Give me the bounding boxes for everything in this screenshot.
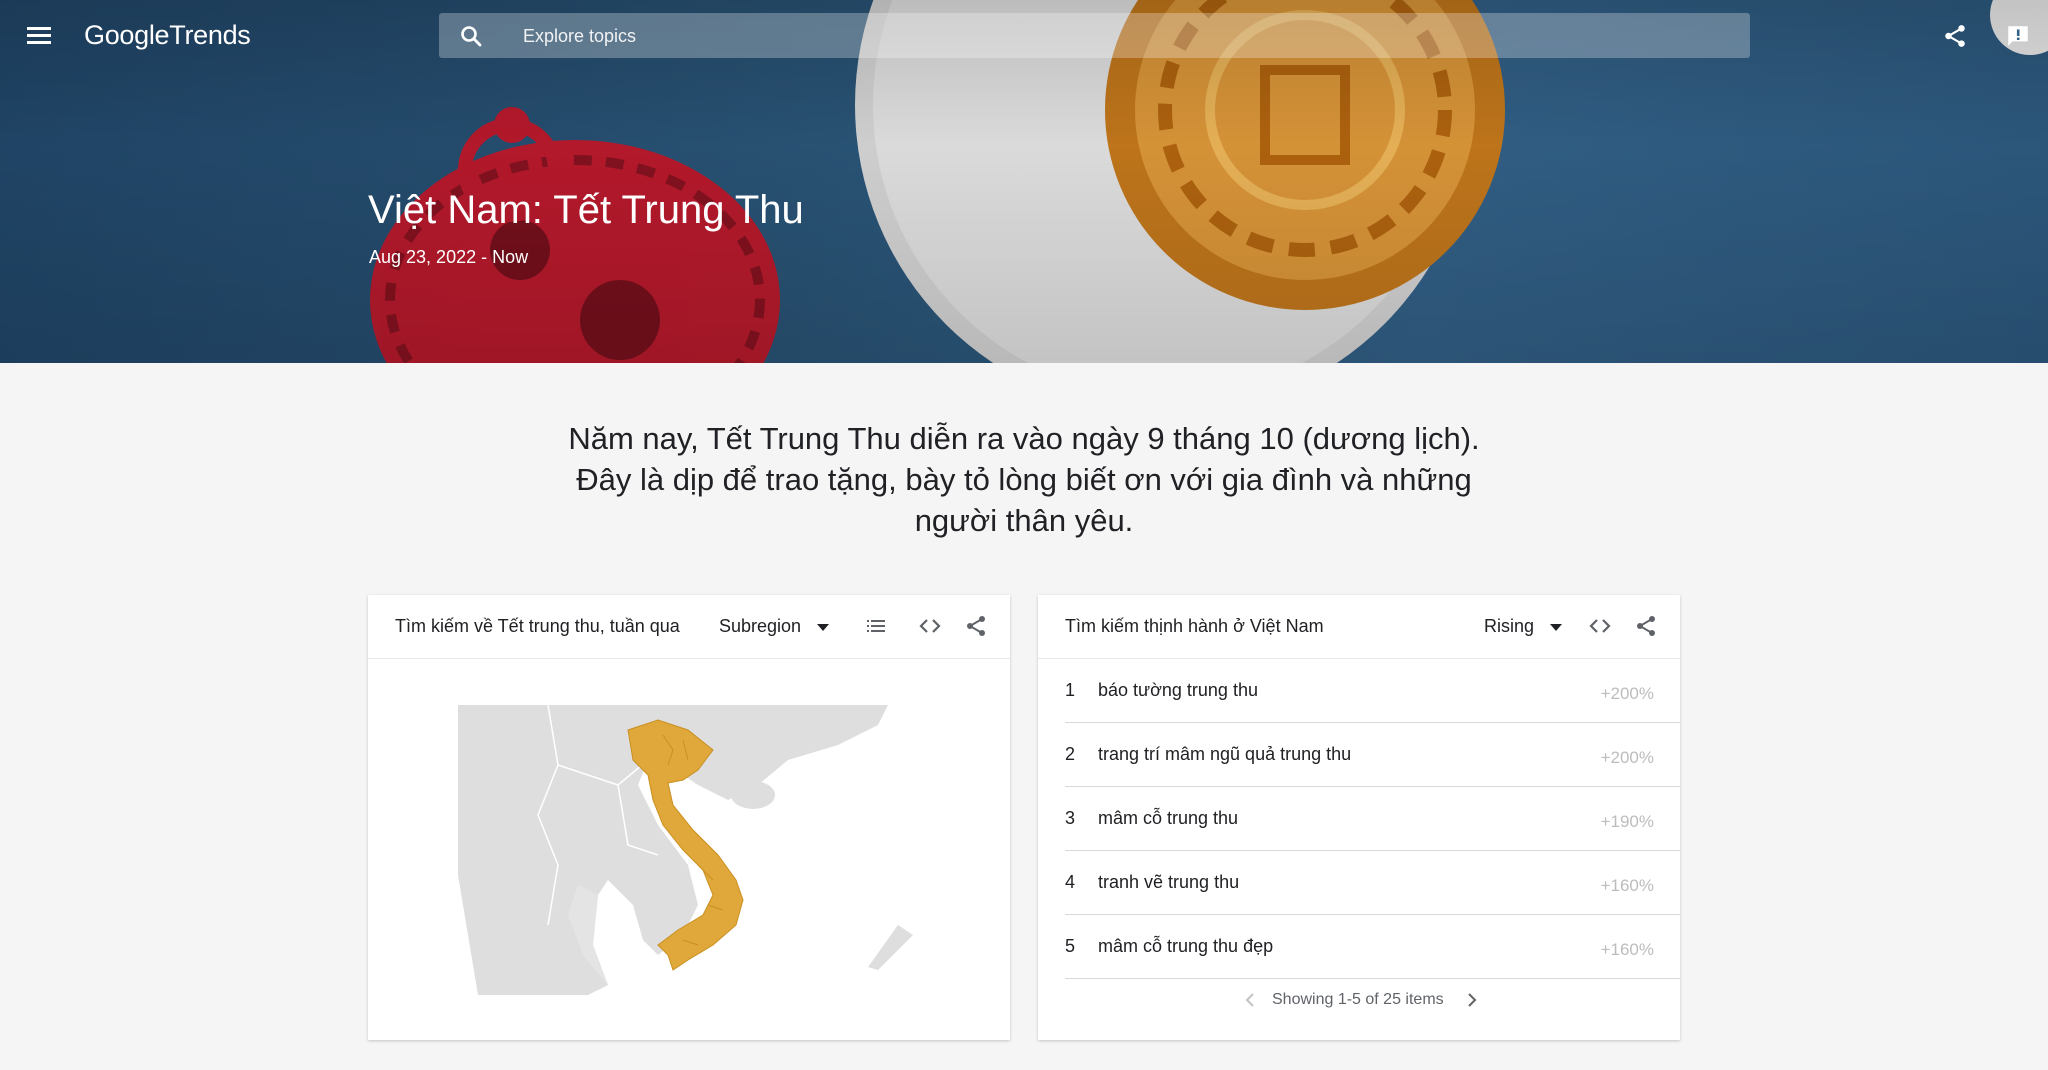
embed-code-icon[interactable] [1588,614,1612,638]
row-change: +200% [1600,684,1654,703]
row-change: +160% [1600,876,1654,895]
trending-row[interactable]: 1 báo tường trung thu +200% [1065,659,1680,723]
intro-text: Năm nay, Tết Trung Thu diễn ra vào ngày … [568,421,1480,538]
share-icon[interactable] [1634,614,1658,638]
chevron-left-icon[interactable] [1240,988,1260,1012]
map-card-header: Tìm kiếm về Tết trung thu, tuần qua Subr… [368,595,1010,659]
row-rank: 5 [1065,936,1076,956]
map-card-title: Tìm kiếm về Tết trung thu, tuần qua [395,616,680,636]
trending-searches-card: Tìm kiếm thịnh hành ở Việt Nam Rising 1 … [1038,595,1680,1040]
embed-code-icon[interactable] [918,614,942,638]
row-change: +190% [1600,812,1654,831]
row-change: +200% [1600,748,1654,767]
row-rank: 2 [1065,744,1076,764]
row-term: mâm cỗ trung thu đẹp [1098,936,1274,956]
row-rank: 3 [1065,808,1076,828]
search-bar [439,13,1750,60]
row-rank: 1 [1065,680,1076,700]
rising-filter-dropdown[interactable]: Rising [1484,616,1563,637]
map-card: Tìm kiếm về Tết trung thu, tuần qua Subr… [368,595,1010,1040]
logo-trends: Trends [169,20,251,50]
page-title: Việt Nam: Tết Trung Thu [368,188,804,232]
row-change: +160% [1600,940,1654,959]
trending-row[interactable]: 3 mâm cỗ trung thu +190% [1065,787,1680,851]
share-icon[interactable] [1942,23,1968,49]
search-input[interactable] [521,13,1725,60]
filter-value: Rising [1484,616,1535,636]
row-term: báo tường trung thu [1098,680,1258,700]
chevron-right-icon[interactable] [1462,988,1482,1012]
region-map[interactable] [458,705,918,995]
trending-row[interactable]: 5 mâm cỗ trung thu đẹp +160% [1065,915,1680,979]
row-term: mâm cỗ trung thu [1098,808,1239,828]
feedback-icon[interactable] [2005,23,2031,49]
caret-down-icon [817,623,830,631]
resolution-dropdown[interactable]: Subregion [719,616,830,637]
trending-row[interactable]: 4 tranh vẽ trung thu +160% [1065,851,1680,915]
list-view-icon[interactable] [864,614,888,638]
trending-card-header: Tìm kiếm thịnh hành ở Việt Nam Rising [1038,595,1680,659]
logo-google: Google [84,20,170,50]
pagination: Showing 1-5 of 25 items [1038,985,1680,1015]
trending-row[interactable]: 2 trang trí mâm ngũ quả trung thu +200% [1065,723,1680,787]
pagination-text: Showing 1-5 of 25 items [1272,991,1444,1008]
search-icon[interactable] [459,24,483,48]
share-icon[interactable] [964,614,988,638]
menu-icon[interactable] [26,24,52,50]
google-trends-logo[interactable]: GoogleTrends [84,20,251,51]
row-term: tranh vẽ trung thu [1098,872,1240,892]
row-rank: 4 [1065,872,1076,892]
caret-down-icon [1550,623,1563,631]
date-range: Aug 23, 2022 - Now [369,247,529,267]
trending-card-title: Tìm kiếm thịnh hành ở Việt Nam [1065,616,1324,636]
top-bar: GoogleTrends [0,0,2048,74]
row-term: trang trí mâm ngũ quả trung thu [1098,744,1352,764]
resolution-value: Subregion [719,616,802,636]
